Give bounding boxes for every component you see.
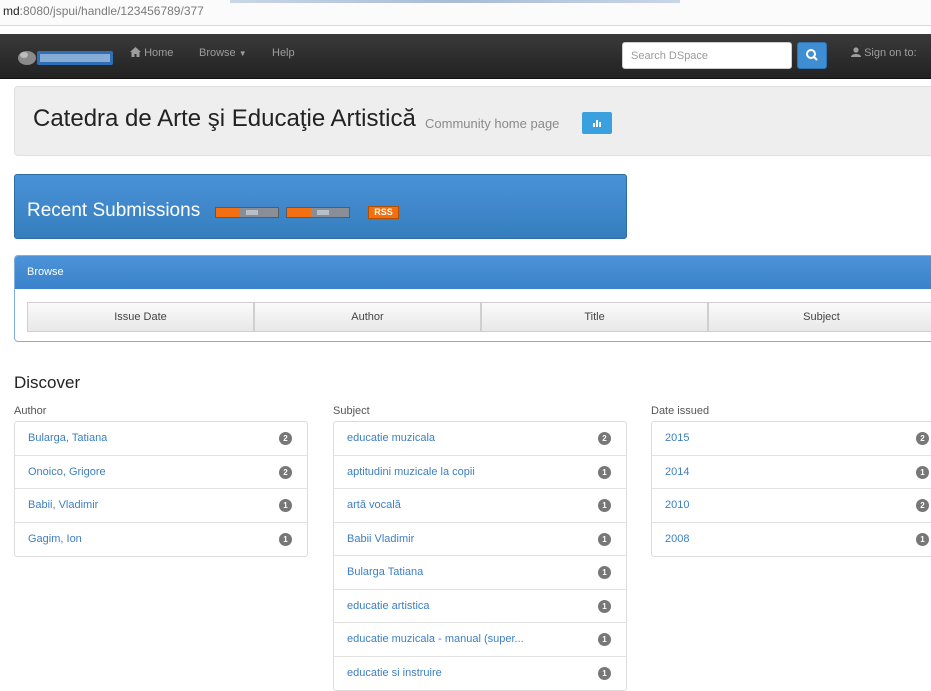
facet-subject-item[interactable]: Bularga Tatiana 1: [334, 556, 626, 590]
page-subtitle: Community home page: [425, 116, 560, 131]
community-header: Catedra de Arte şi Educaţie Artistică Co…: [14, 86, 931, 156]
facet-item-label: Onoico, Grigore: [28, 465, 106, 478]
facet-author-list: Bularga, Tatiana 2 Onoico, Grigore 2 Babii…: [14, 421, 308, 557]
nav-home-label: Home: [144, 47, 174, 59]
count-badge: 1: [598, 599, 611, 613]
facet-date-item[interactable]: 2014 1: [652, 456, 931, 489]
count-badge: 2: [916, 499, 929, 512]
count-badge: 1: [598, 566, 611, 579]
url-host: md: [3, 4, 20, 18]
facet-subject-item[interactable]: aptitudini muzicale la copii 1: [334, 456, 626, 489]
facet-item-label: educatie artistica: [347, 599, 430, 612]
rss2-feed-badge[interactable]: [286, 207, 350, 218]
browse-heading: Browse: [15, 256, 931, 289]
facet-date-label: Date issued: [651, 405, 710, 417]
browse-panel: Browse Issue Date Author Title Subject: [14, 255, 931, 342]
facet-date-item[interactable]: 2015 2: [652, 422, 931, 456]
facet-item-label: Babii, Vladimir: [28, 499, 99, 511]
user-icon: [851, 47, 861, 57]
sign-on-dropdown[interactable]: Sign on to:: [851, 47, 917, 59]
rss1-feed-badge[interactable]: [215, 207, 279, 218]
facet-item-label: 2015: [665, 432, 690, 444]
count-badge: 1: [598, 666, 611, 680]
facet-date-list: 2015 2 2014 1 2010 2 2008 1: [651, 421, 931, 557]
facet-item-label: Gagim, Ion: [28, 532, 82, 545]
facet-item-label: educatie muzicala - manual (super...: [347, 633, 524, 645]
facet-subject-item[interactable]: educatie artistica 1: [334, 590, 626, 623]
nav-home[interactable]: Home: [130, 47, 173, 59]
top-navbar: Home Browse ▼ Help Sign on to:: [0, 34, 931, 79]
browse-by-subject-button[interactable]: Subject: [708, 302, 931, 332]
url-path: :8080/jspui/handle/123456789/377: [19, 4, 204, 18]
count-badge: 2: [598, 432, 611, 445]
facet-date-item[interactable]: 2010 2: [652, 489, 931, 523]
facet-subject-label: Subject: [333, 405, 370, 417]
page-title: Catedra de Arte şi Educaţie Artistică: [33, 105, 416, 132]
count-badge: 1: [916, 532, 929, 546]
facet-item-label: educatie si instruire: [347, 666, 442, 679]
facet-author-item[interactable]: Babii, Vladimir 1: [15, 489, 307, 523]
facet-item-label: Bularga Tatiana: [347, 566, 424, 578]
recent-submissions-title: Recent Submissions: [27, 200, 201, 221]
search-icon: [806, 49, 818, 61]
facet-subject-item[interactable]: educatie muzicala 2: [334, 422, 626, 456]
facet-author-label: Author: [14, 405, 47, 417]
count-badge: 1: [598, 633, 611, 646]
facet-item-label: 2010: [665, 499, 690, 511]
facet-item-label: aptitudini muzicale la copii: [347, 465, 475, 478]
nav-browse-dropdown[interactable]: Browse ▼: [199, 47, 247, 59]
facet-subject-item[interactable]: artă vocală 1: [334, 489, 626, 523]
facet-subject-list: educatie muzicala 2 aptitudini muzicale l…: [333, 421, 627, 691]
count-badge: 1: [598, 499, 611, 512]
facet-item-label: 2008: [665, 532, 690, 545]
browser-url-bar[interactable]: md:8080/jspui/handle/123456789/377: [0, 0, 931, 26]
facet-author-item[interactable]: Gagim, Ion 1: [15, 523, 307, 557]
bar-chart-icon: [593, 120, 601, 127]
facet-item-label: Bularga, Tatiana: [28, 432, 108, 444]
discover-heading: Discover: [14, 373, 81, 392]
statistics-button[interactable]: [582, 112, 612, 134]
sign-on-label: Sign on to:: [864, 47, 917, 59]
facet-author-item[interactable]: Onoico, Grigore 2: [15, 456, 307, 489]
count-badge: 1: [598, 532, 611, 546]
count-badge: 1: [279, 532, 292, 546]
facet-item-label: 2014: [665, 465, 690, 478]
home-icon: [130, 47, 141, 57]
count-badge: 2: [279, 465, 292, 479]
search-button[interactable]: [797, 42, 827, 69]
facet-item-label: educatie muzicala: [347, 432, 436, 444]
caret-down-icon: ▼: [238, 49, 247, 58]
facet-subject-item[interactable]: educatie si instruire 1: [334, 657, 626, 691]
tab-strip-decoration: [230, 0, 680, 3]
count-badge: 2: [916, 432, 929, 445]
facet-item-label: artă vocală: [347, 499, 401, 511]
search-input[interactable]: [622, 42, 792, 69]
rss-feed-button[interactable]: RSS: [368, 206, 399, 219]
recent-submissions-panel: Recent Submissions RSS: [14, 174, 627, 239]
browse-by-issue-date-button[interactable]: Issue Date: [27, 302, 254, 332]
facet-author-item[interactable]: Bularga, Tatiana 2: [15, 422, 307, 456]
facet-item-label: Babii Vladimir: [347, 532, 415, 545]
dspace-logo[interactable]: [16, 45, 116, 69]
nav-browse-label: Browse: [199, 47, 236, 59]
count-badge: 1: [916, 465, 929, 479]
browse-by-title-button[interactable]: Title: [481, 302, 708, 332]
facet-subject-item[interactable]: educatie muzicala - manual (super... 1: [334, 623, 626, 657]
count-badge: 1: [598, 465, 611, 479]
count-badge: 1: [279, 499, 292, 512]
browse-by-author-button[interactable]: Author: [254, 302, 481, 332]
count-badge: 2: [279, 432, 292, 445]
facet-subject-item[interactable]: Babii Vladimir 1: [334, 523, 626, 556]
nav-help[interactable]: Help: [272, 47, 295, 59]
facet-date-item[interactable]: 2008 1: [652, 523, 931, 557]
